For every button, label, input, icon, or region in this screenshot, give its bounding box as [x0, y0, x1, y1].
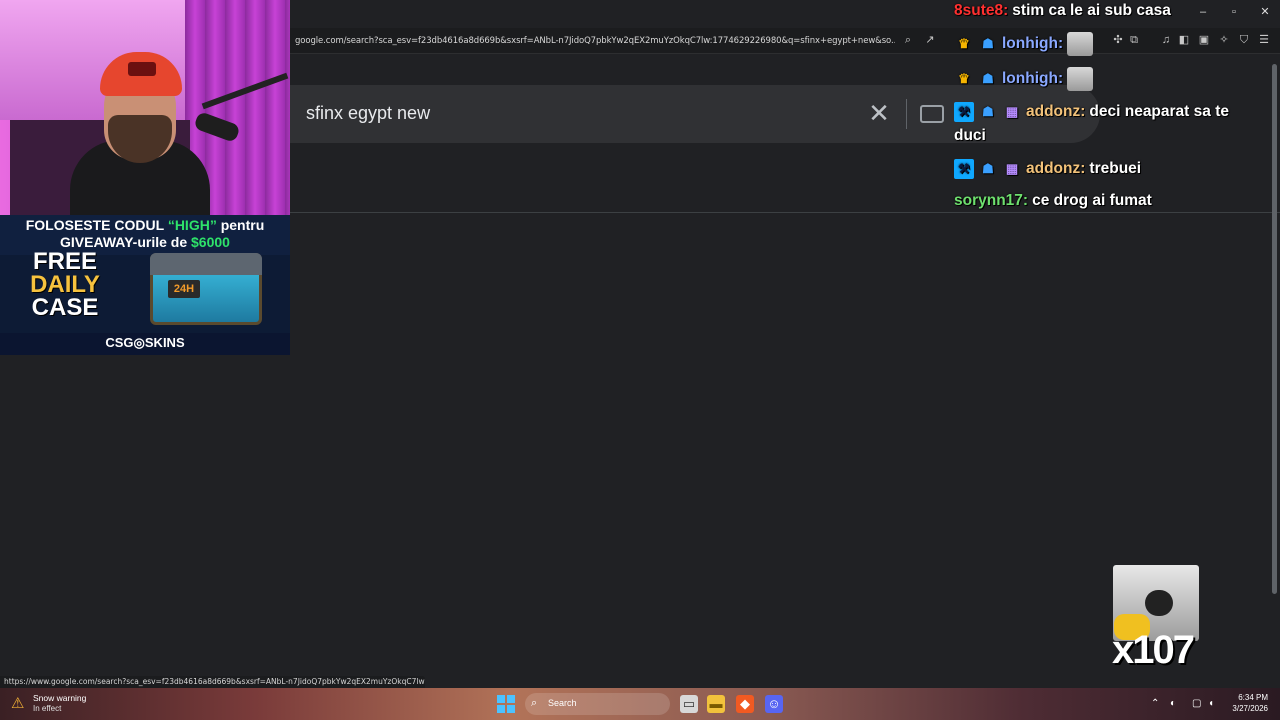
taskbar: ⚠ Snow warning In effect ⌕ Search ▭ ▬ ◆ … — [0, 688, 1280, 720]
taskbar-search-label: Search — [548, 698, 577, 708]
clock-time[interactable]: 6:34 PM — [1232, 693, 1268, 702]
chat-message: ♛ ☗ lonhigh: — [954, 32, 1094, 56]
chat-text: stim ca le ai sub casa — [1012, 2, 1171, 19]
emote-mouth — [1145, 590, 1173, 616]
status-bar-url: https://www.google.com/search?sca_esv=f2… — [0, 676, 425, 688]
url-text[interactable]: google.com/search?sca_esv=f23db4616a8d66… — [295, 36, 895, 46]
file-explorer-icon[interactable]: ▬ — [707, 695, 725, 713]
bot-badge-icon: ☗ — [982, 104, 994, 119]
gift-badge-icon: ▦ — [1005, 161, 1019, 176]
chat-username: addonz: — [1026, 160, 1086, 178]
weather-title[interactable]: Snow warning — [33, 693, 86, 703]
zoom-icon[interactable]: ⌕ — [902, 34, 914, 46]
ad-line1: FOLOSESTE CODUL “HIGH” pentru — [25, 217, 265, 233]
weather-subtitle[interactable]: In effect — [33, 704, 61, 713]
chat-username: addonz: — [1026, 103, 1086, 121]
chat-message: ♛ ☗ lonhigh: — [954, 67, 1094, 91]
webcam-overlay — [0, 0, 290, 215]
moderator-badge-icon: ⚒ — [954, 102, 974, 122]
bot-badge-icon: ☗ — [982, 71, 994, 86]
case-lid — [150, 253, 262, 275]
emote-icon — [1067, 32, 1094, 56]
clear-search-button[interactable]: ✕ — [866, 100, 892, 127]
bot-badge-icon: ☗ — [982, 161, 994, 176]
search-input[interactable]: sfinx egypt new — [306, 103, 430, 124]
ad-free-daily-case: FREE DAILY CASE — [30, 248, 100, 321]
display-icon[interactable]: ▢ — [1192, 698, 1201, 709]
case-timer: 24H — [168, 280, 200, 298]
chat-text: ce drog ai fumat — [1032, 192, 1152, 209]
chat-message-continued: duci — [954, 127, 986, 145]
volume-icon[interactable]: ◖ — [1208, 698, 1214, 709]
beanie-logo — [128, 62, 156, 76]
emote-combo-count: x107 — [1112, 628, 1195, 672]
crown-badge-icon: ♛ — [958, 71, 970, 86]
chat-message: sorynn17: ce drog ai fumat — [954, 192, 1152, 210]
task-view-icon[interactable]: ▭ — [680, 695, 698, 713]
chat-message: 8sute8: stim ca le ai sub casa — [954, 2, 1171, 20]
chat-message: ⚒ ☗ ▦ addonz: deci neaparat sa te — [954, 102, 1229, 122]
emote-icon — [1067, 67, 1094, 91]
network-icon[interactable]: ◐ — [1170, 698, 1176, 709]
chat-username: 8sute8: — [954, 2, 1009, 19]
chat-username: sorynn17: — [954, 192, 1029, 209]
start-button[interactable] — [497, 695, 515, 713]
sponsor-ad: FOLOSESTE CODUL “HIGH” pentru GIVEAWAY-u… — [0, 215, 290, 355]
search-icon: ⌕ — [531, 697, 538, 709]
bot-badge-icon: ☗ — [982, 36, 994, 51]
warning-icon[interactable]: ⚠ — [11, 696, 29, 712]
chat-username: lonhigh: — [1002, 35, 1064, 53]
clock-date[interactable]: 3/27/2026 — [1226, 704, 1268, 713]
ad-brand: CSG◎SKINS — [105, 335, 185, 350]
chat-username: lonhigh: — [1002, 70, 1064, 88]
search-divider — [906, 99, 907, 129]
crown-badge-icon: ♛ — [958, 36, 970, 51]
taskbar-search[interactable] — [525, 693, 670, 715]
chat-text: duci — [954, 127, 986, 144]
brave-browser-icon[interactable]: ◆ — [736, 695, 754, 713]
chat-overlay: 8sute8: stim ca le ai sub casa ♛ ☗ lonhigh:… — [950, 0, 1280, 215]
chat-text: trebuei — [1089, 160, 1142, 178]
share-icon[interactable]: ↗ — [924, 34, 936, 46]
chat-text: deci neaparat sa te — [1089, 103, 1229, 121]
chevron-up-icon[interactable]: ⌃ — [1151, 698, 1159, 709]
discord-icon[interactable]: ☺ — [765, 695, 783, 713]
gift-badge-icon: ▦ — [1005, 104, 1019, 119]
chat-message: ⚒ ☗ ▦ addonz: trebuei — [954, 159, 1141, 179]
moderator-badge-icon: ⚒ — [954, 159, 974, 179]
keyboard-icon[interactable] — [920, 105, 944, 123]
